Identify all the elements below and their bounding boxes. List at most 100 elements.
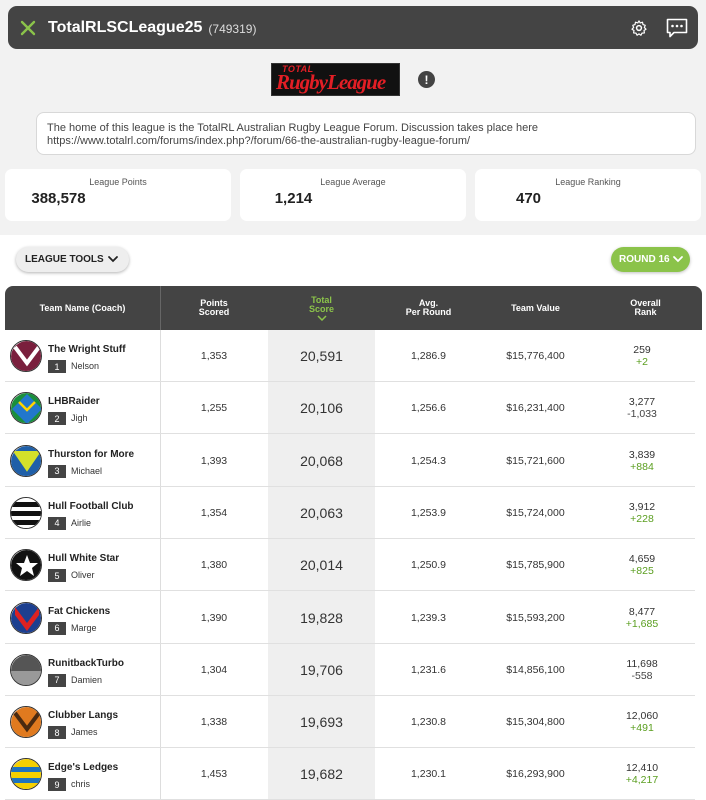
table-header: Team Name (Coach) Points Scored Total Scor…: [5, 286, 702, 330]
team-name[interactable]: Edge's Ledges: [48, 762, 118, 773]
rank-change: +228: [630, 512, 654, 525]
column-header-total[interactable]: Total Score: [268, 286, 375, 330]
team-name[interactable]: Clubber Langs: [48, 710, 118, 721]
avg-per-round: 1,230.8: [410, 716, 447, 729]
stat-value: 388,578: [31, 190, 86, 207]
points-scored: 1,338: [200, 716, 228, 729]
team-name[interactable]: Fat Chickens: [48, 606, 110, 617]
rank-change: +825: [630, 565, 654, 578]
total-score: 20,063: [300, 504, 343, 521]
column-header-team[interactable]: Team Name (Coach): [5, 286, 160, 330]
team-jersey-icon: [10, 340, 42, 372]
table-row[interactable]: RunitbackTurbo 7 Damien 1,304 19,706 1,231.6 $…: [5, 644, 695, 696]
overall-rank: 259 +2: [589, 330, 695, 382]
team-name[interactable]: RunitbackTurbo: [48, 658, 124, 669]
overall-rank: 11,698 -558: [589, 644, 695, 696]
points-scored: 1,380: [200, 559, 228, 572]
overall-rank: 8,477 +1,685: [589, 592, 695, 644]
points-scored: 1,393: [200, 454, 228, 467]
round-selector-button[interactable]: ROUND 16: [611, 247, 690, 272]
overall-rank-value: 3,839: [628, 448, 656, 461]
league-tools-button[interactable]: LEAGUE TOOLS: [16, 247, 129, 272]
overall-rank-value: 12,060: [625, 710, 659, 723]
avg-per-round: 1,253.9: [410, 506, 447, 519]
rank-change: -558: [631, 669, 653, 682]
team-value: $15,593,200: [506, 611, 565, 624]
avg-per-round: 1,231.6: [410, 663, 447, 676]
column-header-overall[interactable]: Overall Rank: [589, 286, 702, 330]
table-row[interactable]: Clubber Langs 8 James 1,338 19,693 1,230.8 $15…: [5, 696, 695, 749]
total-score: 19,682: [300, 766, 343, 783]
rank-change: -1,033: [627, 408, 657, 421]
column-header-value[interactable]: Team Value: [482, 286, 589, 330]
points-scored: 1,354: [200, 506, 228, 519]
table-row[interactable]: Fat Chickens 6 Marge 1,390 19,828 1,239.3 $15,…: [5, 592, 695, 644]
table-row[interactable]: Hull White Star 5 Oliver 1,380 20,014 1,250.9…: [5, 539, 695, 592]
league-rank-badge: 8: [48, 726, 66, 740]
gear-icon[interactable]: [620, 6, 658, 49]
coach-name: chris: [71, 779, 91, 790]
logo-text-main: RugbyLeague: [276, 70, 386, 94]
column-header-points[interactable]: Points Scored: [160, 286, 268, 330]
team-name[interactable]: The Wright Stuff: [48, 344, 126, 355]
chat-icon[interactable]: [658, 6, 696, 49]
stat-league-average: League Average 1,214: [240, 169, 466, 221]
team-jersey-icon: [10, 392, 42, 425]
league-rank-badge: 3: [48, 464, 66, 478]
league-id: (749319): [208, 21, 257, 36]
coach-name: Michael: [71, 465, 103, 476]
table-row[interactable]: The Wright Stuff 1 Nelson 1,353 20,591 1,286.…: [5, 330, 695, 382]
coach-name: James: [71, 727, 98, 738]
team-name[interactable]: Thurston for More: [48, 449, 134, 460]
rank-change: +1,685: [625, 617, 659, 630]
avg-per-round: 1,256.6: [410, 402, 447, 415]
league-tools-label: LEAGUE TOOLS: [25, 254, 104, 265]
team-jersey-icon: [10, 653, 42, 686]
points-scored: 1,255: [200, 402, 228, 415]
team-jersey-icon: [10, 444, 42, 477]
team-name[interactable]: Hull Football Club: [48, 501, 134, 512]
column-header-avg[interactable]: Avg. Per Round: [375, 286, 482, 330]
league-title: TotalRLSCLeague25: [48, 18, 203, 36]
points-scored: 1,390: [200, 611, 228, 624]
team-name[interactable]: LHBRaider: [48, 396, 100, 407]
overall-rank: 4,659 +825: [589, 539, 695, 591]
stat-value: 1,214: [274, 190, 313, 207]
table-row[interactable]: LHBRaider 2 Jigh 1,255 20,106 1,256.6 $16,231,…: [5, 382, 695, 435]
rank-change: +2: [636, 356, 648, 368]
stat-league-points: League Points 388,578: [5, 169, 231, 221]
exclamation-icon[interactable]: !: [418, 71, 435, 88]
table-row[interactable]: Thurston for More 3 Michael 1,393 20,068 1,25…: [5, 435, 695, 487]
team-value: $14,856,100: [506, 663, 565, 676]
team-name[interactable]: Hull White Star: [48, 553, 119, 564]
total-score: 19,693: [300, 714, 343, 731]
overall-rank: 12,410 +4,217: [589, 748, 695, 800]
league-rank-badge: 9: [48, 778, 66, 792]
stat-label: League Average: [320, 177, 386, 187]
team-value: $15,304,800: [506, 716, 565, 729]
team-jersey-icon: [10, 758, 42, 791]
rank-change: +491: [630, 722, 654, 735]
total-score: 20,106: [300, 400, 343, 417]
team-value: $15,724,000: [506, 506, 565, 519]
avg-per-round: 1,250.9: [410, 559, 447, 572]
team-value: $15,721,600: [506, 454, 565, 467]
avg-per-round: 1,230.1: [410, 768, 447, 781]
sort-chevron-icon: [316, 314, 327, 321]
team-jersey-icon: [10, 601, 42, 634]
close-icon[interactable]: [8, 6, 48, 49]
overall-rank-value: 12,410: [625, 762, 659, 775]
table-row[interactable]: Hull Football Club 4 Airlie 1,354 20,063 1,25…: [5, 487, 695, 539]
top-bar: TotalRLSCLeague25 (749319): [8, 6, 698, 49]
team-value: $15,776,400: [506, 350, 565, 362]
rank-change: +884: [630, 460, 654, 473]
points-scored: 1,304: [200, 663, 228, 676]
league-rank-badge: 4: [48, 516, 66, 530]
total-score: 20,591: [300, 348, 343, 364]
overall-rank-value: 11,698: [626, 657, 658, 670]
coach-name: Jigh: [71, 413, 88, 424]
team-jersey-icon: [10, 496, 42, 529]
coach-name: Marge: [71, 622, 97, 633]
overall-rank-value: 4,659: [628, 553, 656, 566]
table-row[interactable]: Edge's Ledges 9 chris 1,453 19,682 1,230.1 $16…: [5, 748, 695, 800]
